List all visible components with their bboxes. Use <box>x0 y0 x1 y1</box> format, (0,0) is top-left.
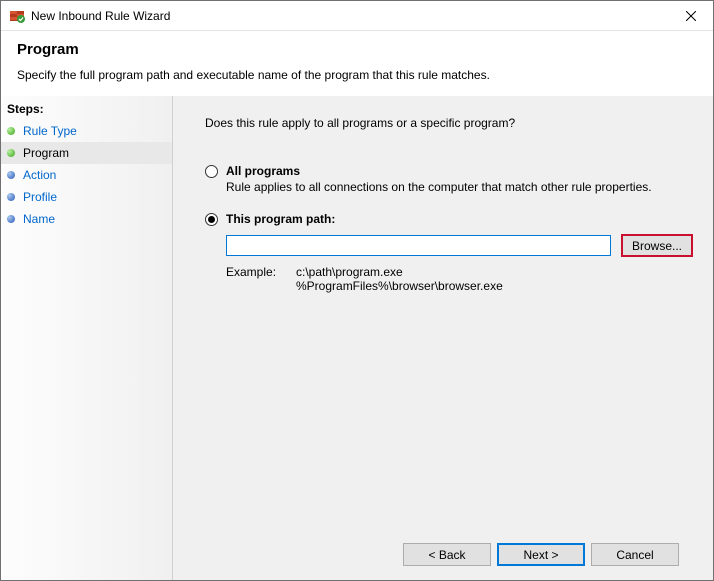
firewall-icon <box>9 8 25 24</box>
main-panel: Does this rule apply to all programs or … <box>173 96 713 580</box>
step-bullet-icon <box>7 171 15 179</box>
step-bullet-icon <box>7 127 15 135</box>
radio-icon <box>205 213 218 226</box>
step-label: Profile <box>23 190 57 204</box>
close-button[interactable] <box>668 1 713 30</box>
example-text: c:\path\program.exe %ProgramFiles%\brows… <box>296 265 503 293</box>
program-path-input[interactable] <box>226 235 611 256</box>
step-label: Action <box>23 168 56 182</box>
example-label: Example: <box>226 265 296 293</box>
option-all-label: All programs <box>226 164 300 178</box>
step-bullet-icon <box>7 193 15 201</box>
wizard-window: New Inbound Rule Wizard Program Specify … <box>0 0 714 581</box>
step-rule-type[interactable]: Rule Type <box>1 120 172 142</box>
page-description: Specify the full program path and execut… <box>17 68 697 82</box>
option-all-programs[interactable]: All programs <box>205 164 693 178</box>
steps-heading: Steps: <box>1 98 172 120</box>
step-label: Program <box>23 146 69 160</box>
step-label: Rule Type <box>23 124 77 138</box>
wizard-body: Steps: Rule Type Program Action Profile … <box>1 96 713 580</box>
step-profile[interactable]: Profile <box>1 186 172 208</box>
step-name[interactable]: Name <box>1 208 172 230</box>
next-button[interactable]: Next > <box>497 543 585 566</box>
option-all-description: Rule applies to all connections on the c… <box>226 180 693 194</box>
page-title: Program <box>17 41 697 58</box>
program-path-row: Browse... <box>226 234 693 257</box>
titlebar: New Inbound Rule Wizard <box>1 1 713 31</box>
steps-sidebar: Steps: Rule Type Program Action Profile … <box>1 96 173 580</box>
option-path-label: This program path: <box>226 212 335 226</box>
step-action[interactable]: Action <box>1 164 172 186</box>
close-icon <box>686 11 696 21</box>
cancel-button[interactable]: Cancel <box>591 543 679 566</box>
radio-icon <box>205 165 218 178</box>
browse-button[interactable]: Browse... <box>621 234 693 257</box>
example-row: Example: c:\path\program.exe %ProgramFil… <box>226 265 693 293</box>
step-bullet-icon <box>7 215 15 223</box>
step-program[interactable]: Program <box>1 142 172 164</box>
window-title: New Inbound Rule Wizard <box>31 9 170 23</box>
step-bullet-icon <box>7 149 15 157</box>
wizard-header: Program Specify the full program path an… <box>1 31 713 96</box>
button-bar: < Back Next > Cancel <box>205 531 693 580</box>
step-label: Name <box>23 212 55 226</box>
question-text: Does this rule apply to all programs or … <box>205 116 693 130</box>
back-button[interactable]: < Back <box>403 543 491 566</box>
option-this-program-path[interactable]: This program path: <box>205 212 693 226</box>
